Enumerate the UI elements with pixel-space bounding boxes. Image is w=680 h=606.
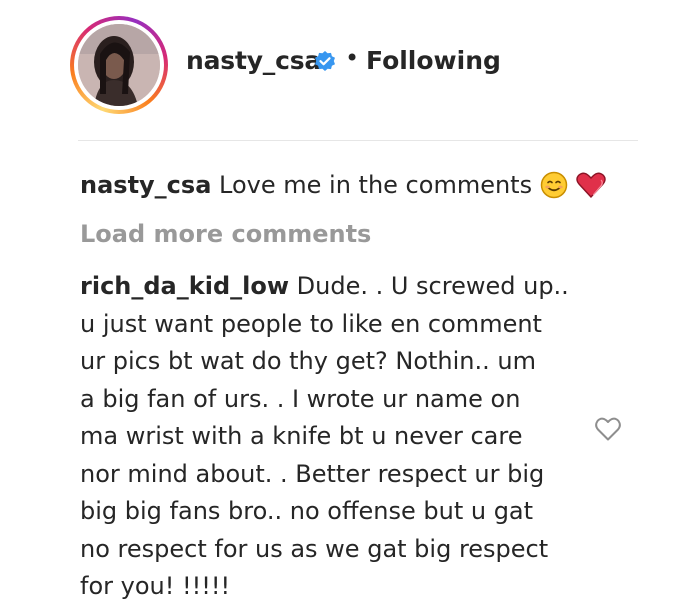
separator-dot: •	[345, 44, 360, 72]
comment-line: no respect for us as we gat big respect	[80, 534, 549, 563]
comment-username[interactable]: rich_da_kid_low	[80, 272, 289, 300]
heart-outline-icon[interactable]	[594, 416, 622, 442]
heart-icon	[575, 171, 607, 208]
comment-item: rich_da_kid_low Dude. . U screwed up.. u…	[80, 268, 600, 606]
story-ring[interactable]	[70, 16, 168, 114]
following-button[interactable]: Following	[366, 46, 501, 75]
header-divider	[78, 140, 638, 141]
post-caption: nasty_csa Love me in the comments	[80, 168, 607, 208]
load-more-comments-link[interactable]: Load more comments	[80, 220, 371, 248]
caption-username[interactable]: nasty_csa	[80, 171, 211, 199]
comment-line: for you! !!!!!	[80, 572, 231, 600]
avatar[interactable]	[78, 24, 160, 106]
caption-text: Love me in the comments	[219, 171, 533, 199]
header-username[interactable]: nasty_csa	[186, 46, 321, 75]
comment-line: a big fan of urs. . I wrote ur name on	[80, 384, 521, 413]
avatar-gap	[74, 20, 164, 110]
comment-line: nor mind about. . Better respect ur big	[80, 459, 545, 488]
smiling-face-icon	[540, 171, 568, 208]
verified-badge-icon	[313, 50, 337, 74]
comment-line: big big fans bro.. no offense but u gat	[80, 497, 534, 525]
comment-line: ur pics bt wat do thy get? Nothin.. um	[80, 347, 536, 375]
comment-line: ma wrist with a knife bt u never care	[80, 422, 523, 450]
comment-line: Dude. . U screwed up..	[289, 272, 569, 300]
avatar-photo	[78, 24, 160, 106]
comment-line: u just want people to like en comment	[80, 309, 542, 338]
post-header: nasty_csa • Following	[0, 0, 680, 128]
